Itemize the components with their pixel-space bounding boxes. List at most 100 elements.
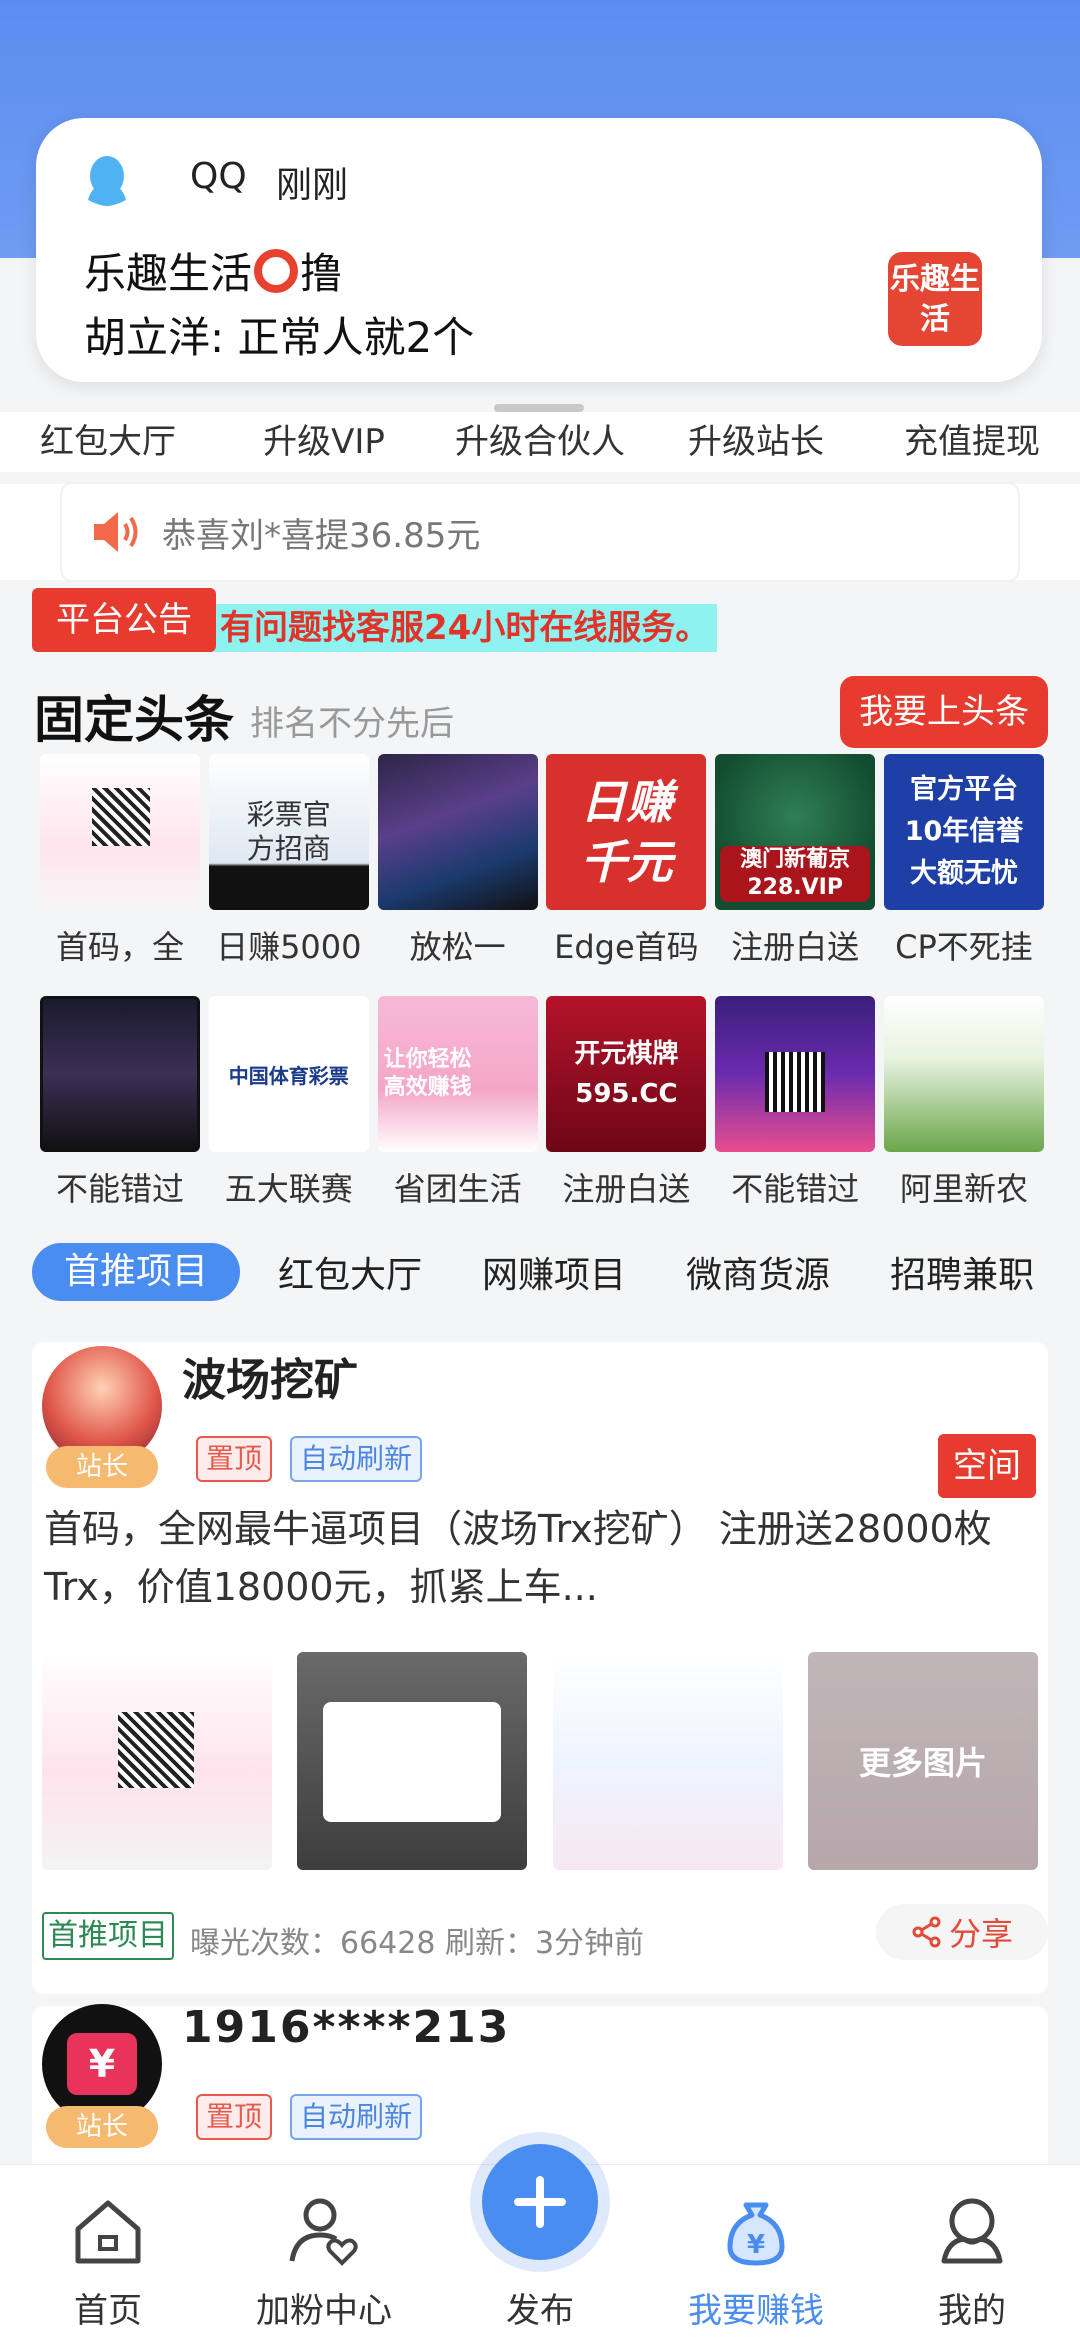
- tab-online-earning[interactable]: 网赚项目: [482, 1246, 626, 1298]
- nav-label: 加粉中心: [256, 2291, 392, 2331]
- svg-text:¥: ¥: [747, 2230, 765, 2260]
- headline-item[interactable]: 彩票官方招商 日赚5000: [208, 754, 369, 968]
- ticker-text: 恭喜刘*喜提36.85元: [162, 515, 481, 556]
- notification-title-text: 乐趣生活: [84, 249, 253, 298]
- headline-item[interactable]: 日赚千元 Edge首码: [546, 754, 707, 968]
- headline-label: 阿里新农: [899, 1170, 1028, 1208]
- plus-icon: [514, 2176, 566, 2228]
- notification-app-name: QQ: [190, 156, 247, 197]
- ticker-section: 恭喜刘*喜提36.85元: [0, 484, 1080, 580]
- space-button[interactable]: 空间: [938, 1434, 1036, 1498]
- announcement-text[interactable]: 有问题找客服24小时在线服务。: [212, 604, 718, 652]
- headline-label: 注册白送: [731, 928, 860, 966]
- announcement-tag: 平台公告: [32, 588, 216, 652]
- qq-notification[interactable]: QQ 刚刚 乐趣生活 撸 胡立洋: 正常人就2个 乐趣生活: [36, 118, 1042, 412]
- headline-item[interactable]: 官方平台 10年信誉 大额无忧 CP不死挂: [883, 754, 1044, 968]
- thumb-caption: 让你轻松 高效赚钱: [383, 1047, 472, 1100]
- notification-time: 刚刚: [276, 165, 349, 206]
- headline-thumb: 澳门新葡京 228.VIP: [715, 754, 876, 910]
- nav-label: 我的: [938, 2291, 1006, 2331]
- money-bag-icon: ¥: [727, 2202, 785, 2266]
- headline-label: 省团生活: [393, 1170, 522, 1208]
- headline-label: 注册白送: [562, 1170, 691, 1208]
- share-icon: [912, 1916, 941, 1948]
- tab-part-time[interactable]: 招聘兼职: [890, 1246, 1034, 1298]
- notification-body: 胡立洋: 正常人就2个: [84, 313, 475, 362]
- post-title[interactable]: 1916****213: [182, 2002, 510, 2053]
- headline-item[interactable]: 开元棋牌 595.CC 注册白送: [546, 996, 707, 1210]
- share-button[interactable]: 分享: [876, 1904, 1048, 1960]
- fixed-headlines-title: 固定头条: [34, 691, 234, 749]
- qq-penguin-icon: [88, 156, 126, 206]
- go-headline-button[interactable]: 我要上头条: [840, 676, 1048, 748]
- tab-red-packet[interactable]: 红包大厅: [278, 1246, 422, 1298]
- headline-row-1: 首码，全 彩票官方招商 日赚5000 放松一 日赚千元 Edge首码 澳门新葡京…: [40, 754, 1044, 968]
- nav-label: 首页: [74, 2291, 142, 2331]
- thumb-caption: 日赚千元: [580, 775, 673, 889]
- post-image[interactable]: [297, 1652, 528, 1870]
- notification-drag-handle[interactable]: [494, 404, 584, 412]
- quick-menu-item[interactable]: 充值提现: [864, 412, 1080, 460]
- quick-menu-item[interactable]: 升级站长: [648, 412, 864, 460]
- headline-label: 不能错过: [55, 1170, 184, 1208]
- station-master-badge: 站长: [46, 2106, 158, 2148]
- publish-button[interactable]: [482, 2144, 598, 2260]
- post-title[interactable]: 波场挖矿: [182, 1344, 358, 1408]
- post-image[interactable]: [552, 1652, 783, 1870]
- post-image[interactable]: [42, 1652, 272, 1870]
- headline-thumb: 开元棋牌 595.CC: [546, 996, 707, 1152]
- headline-thumb: [715, 996, 876, 1152]
- thumb-caption: 中国体育彩票: [228, 1063, 349, 1088]
- headline-thumb: 官方平台 10年信誉 大额无忧: [883, 754, 1044, 910]
- wallet-icon: ¥: [67, 2033, 137, 2095]
- tab-recommended[interactable]: 首推项目: [32, 1243, 241, 1301]
- headline-item[interactable]: 放松一: [377, 754, 538, 968]
- category-tabs: 首推项目 红包大厅 网赚项目 微商货源 招聘兼职: [32, 1242, 1080, 1302]
- headline-label: 首码，全: [55, 928, 184, 966]
- thumb-caption: 澳门新葡京 228.VIP: [720, 846, 871, 902]
- headline-item[interactable]: 让你轻松 高效赚钱 省团生活: [377, 996, 538, 1210]
- nav-fans-center[interactable]: 加粉中心: [216, 2165, 432, 2340]
- thumb-caption: 彩票官方招商: [246, 798, 331, 865]
- nav-earn-money[interactable]: ¥ 我要赚钱: [648, 2165, 864, 2340]
- headline-thumb: [377, 754, 538, 910]
- headline-thumb: 日赚千元: [546, 754, 707, 910]
- headline-thumb: 彩票官方招商: [208, 754, 369, 910]
- thumb-caption: 官方平台 10年信誉 大额无忧: [904, 774, 1024, 889]
- headline-item[interactable]: 首码，全: [40, 754, 200, 968]
- headline-thumb: 让你轻松 高效赚钱: [377, 996, 538, 1152]
- headline-label: 放松一: [409, 928, 506, 966]
- quick-menu-item[interactable]: 红包大厅: [0, 412, 216, 460]
- more-images-overlay[interactable]: 更多图片: [807, 1652, 1038, 1870]
- thumb-caption: 开元棋牌 595.CC: [574, 1039, 679, 1109]
- nav-label: 我要赚钱: [688, 2291, 824, 2331]
- home-icon: [75, 2200, 141, 2264]
- post-image[interactable]: 更多图片: [807, 1652, 1038, 1870]
- notification-title: 乐趣生活 撸: [84, 240, 342, 301]
- headline-row-2: 不能错过 中国体育彩票 五大联赛 让你轻松 高效赚钱 省团生活 开元棋牌 595…: [40, 996, 1044, 1210]
- nav-home[interactable]: 首页: [0, 2165, 216, 2340]
- quick-menu: 红包大厅 升级VIP 升级合伙人 升级站长 充值提现: [0, 412, 1080, 472]
- headline-label: 五大联赛: [224, 1170, 353, 1208]
- notification-title-suffix: 撸: [300, 249, 343, 298]
- tab-wechat-goods[interactable]: 微商货源: [686, 1246, 830, 1298]
- post-stats: 曝光次数：66428 刷新：3分钟前: [190, 1926, 645, 1961]
- speaker-icon: [94, 512, 138, 552]
- win-ticker[interactable]: 恭喜刘*喜提36.85元: [62, 484, 1018, 580]
- profile-icon: [941, 2198, 1003, 2264]
- share-label: 分享: [948, 1915, 1013, 1953]
- headline-item[interactable]: 不能错过: [715, 996, 876, 1210]
- auto-refresh-tag: 自动刷新: [290, 2094, 423, 2140]
- headline-label: 日赚5000: [216, 928, 362, 966]
- headline-item[interactable]: 澳门新葡京 228.VIP 注册白送: [715, 754, 876, 968]
- headline-item[interactable]: 阿里新农: [883, 996, 1044, 1210]
- quick-menu-item[interactable]: 升级VIP: [216, 412, 432, 460]
- headline-label: Edge首码: [554, 928, 699, 966]
- headline-item[interactable]: 中国体育彩票 五大联赛: [208, 996, 369, 1210]
- user-heart-icon: [289, 2198, 358, 2266]
- fixed-headlines-subtitle: 排名不分先后: [250, 704, 454, 744]
- post-description[interactable]: 首码，全网最牛逼项目（波场Trx挖矿） 注册送28000枚Trx，价值18000…: [44, 1500, 1044, 1616]
- nav-profile[interactable]: 我的: [864, 2165, 1080, 2340]
- headline-item[interactable]: 不能错过: [40, 996, 200, 1210]
- quick-menu-item[interactable]: 升级合伙人: [432, 412, 648, 460]
